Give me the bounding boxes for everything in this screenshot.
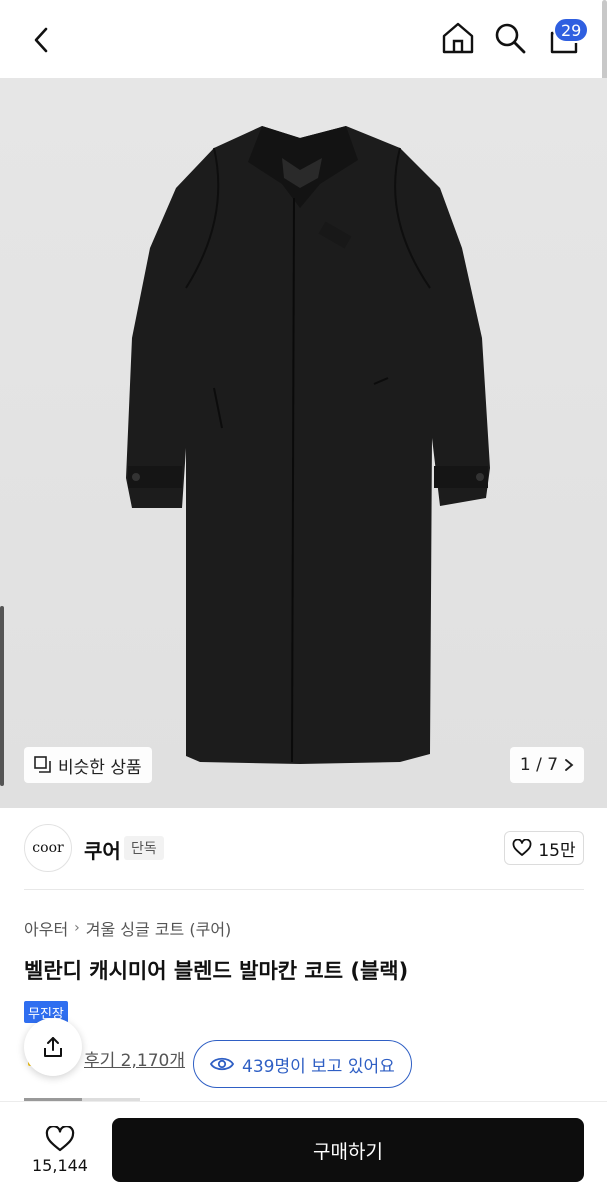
- scrollbar[interactable]: [602, 0, 607, 90]
- chevron-left-icon: [34, 27, 48, 53]
- breadcrumb: 아우터 › 겨울 싱글 코트 (쿠어): [24, 916, 231, 940]
- chevron-right-icon: [565, 759, 574, 771]
- share-icon: [44, 1037, 62, 1057]
- left-edge-scroll-indicator: [0, 606, 4, 786]
- search-button[interactable]: [490, 18, 530, 58]
- similar-products-label: 비슷한 상품: [58, 757, 142, 778]
- wishlist-button[interactable]: 15,144: [22, 1120, 98, 1180]
- exclusive-badge: 단독: [124, 836, 164, 860]
- chevron-right-icon: ›: [74, 920, 80, 936]
- heart-icon: [512, 839, 532, 856]
- viewers-pill: 439명이 보고 있어요: [193, 1040, 412, 1088]
- brand-like-count: 15만: [538, 840, 576, 861]
- product-title: 벨란디 캐시미어 블렌드 발마칸 코트 (블랙): [24, 959, 409, 983]
- similar-icon: [34, 756, 51, 773]
- product-image-gallery[interactable]: [0, 78, 607, 808]
- breadcrumb-item[interactable]: 겨울 싱글 코트 (쿠어): [86, 916, 232, 940]
- back-button[interactable]: [22, 20, 62, 60]
- brand-logo-text: coor: [32, 840, 64, 856]
- reviews-link[interactable]: 후기 2,170개: [84, 1046, 185, 1071]
- wishlist-count: 15,144: [32, 1155, 88, 1175]
- brand-logo[interactable]: coor: [24, 824, 72, 872]
- product-image-coat: [0, 78, 607, 808]
- top-header: 29: [0, 0, 607, 90]
- divider: [24, 889, 584, 890]
- brand-name[interactable]: 쿠어: [84, 835, 121, 864]
- home-icon: [442, 22, 474, 54]
- image-counter-text: 1 / 7: [519, 755, 559, 775]
- brand-like-button[interactable]: 15만: [504, 831, 584, 865]
- share-button[interactable]: [24, 1018, 82, 1076]
- breadcrumb-item[interactable]: 아우터: [24, 916, 68, 940]
- image-counter[interactable]: 1 / 7: [510, 747, 584, 783]
- buy-button[interactable]: 구매하기: [112, 1118, 584, 1182]
- viewers-text: 439명이 보고 있어요: [242, 1056, 395, 1077]
- eye-icon: [210, 1057, 234, 1071]
- home-button[interactable]: [438, 18, 478, 58]
- similar-products-button[interactable]: 비슷한 상품: [24, 747, 152, 783]
- search-icon: [495, 23, 526, 54]
- cart-count-badge: 29: [553, 17, 590, 43]
- heart-icon: [45, 1125, 75, 1151]
